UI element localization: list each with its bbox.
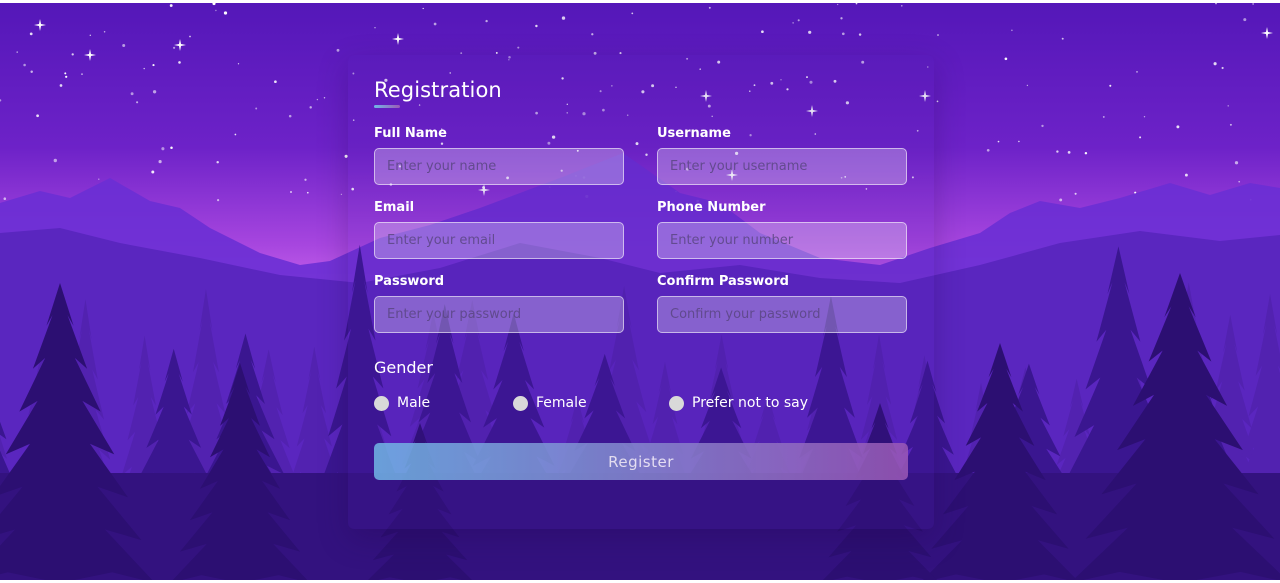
gender-option-label: Prefer not to say: [692, 395, 809, 411]
gender-option-female[interactable]: Female: [513, 395, 587, 411]
radio-circle-icon[interactable]: [669, 395, 684, 411]
register-button[interactable]: Register: [374, 443, 908, 480]
gender-option-male[interactable]: Male: [374, 395, 430, 411]
username-label: Username: [657, 126, 731, 141]
full-name-input[interactable]: [374, 148, 624, 185]
email-label: Email: [374, 200, 415, 215]
full-name-label: Full Name: [374, 126, 447, 141]
password-label: Password: [374, 274, 445, 289]
confirm-password-input[interactable]: [657, 296, 907, 333]
username-input[interactable]: [657, 148, 907, 185]
gender-option-label: Female: [536, 395, 587, 411]
radio-circle-icon[interactable]: [513, 395, 528, 411]
form-title: Registration: [374, 78, 502, 102]
title-underline: [374, 105, 400, 108]
password-input[interactable]: [374, 296, 624, 333]
radio-circle-icon[interactable]: [374, 395, 389, 411]
confirm-password-label: Confirm Password: [657, 274, 789, 289]
gender-option-label: Male: [397, 395, 431, 411]
gender-option-prefer-not-to-say[interactable]: Prefer not to say: [669, 395, 808, 411]
phone-number-label: Phone Number: [657, 200, 766, 215]
gender-title: Gender: [374, 358, 433, 377]
phone-number-input[interactable]: [657, 222, 907, 259]
email-input[interactable]: [374, 222, 624, 259]
